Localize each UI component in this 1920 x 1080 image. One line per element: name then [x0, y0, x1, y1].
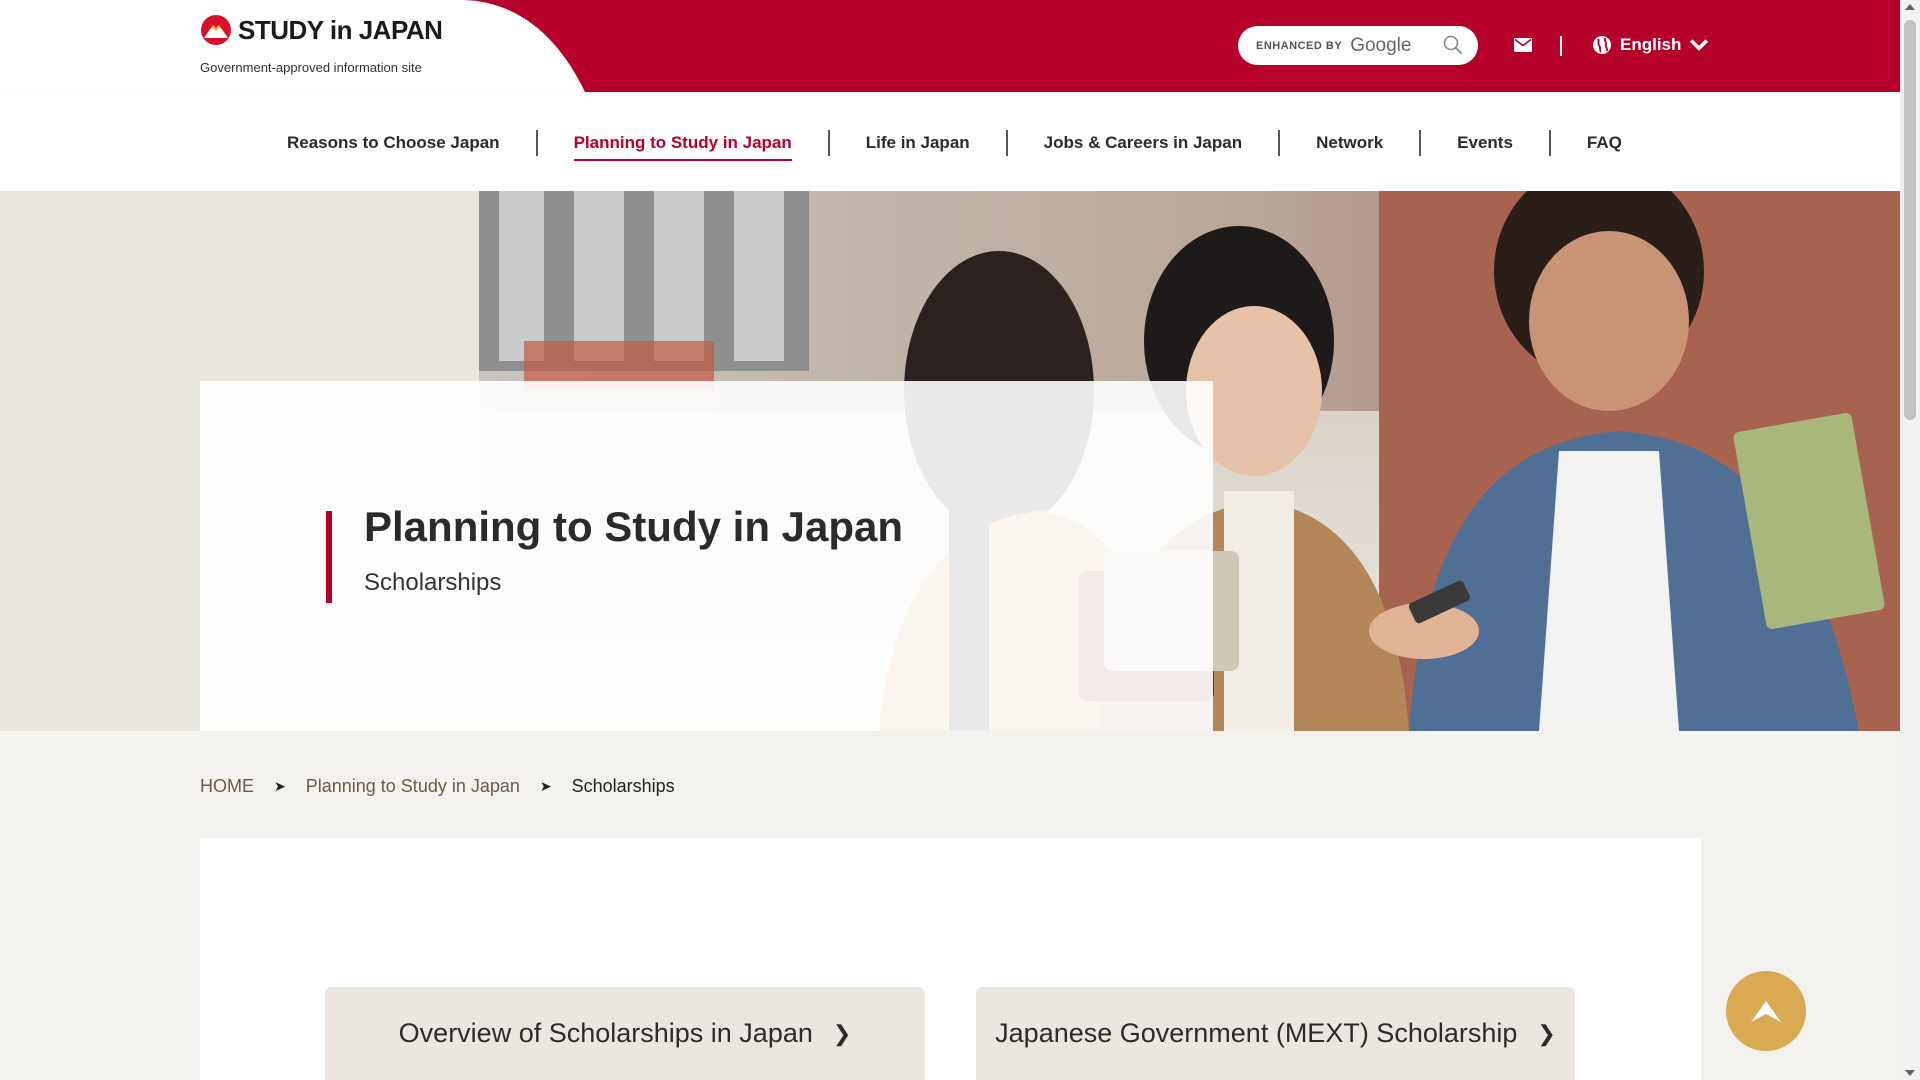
mount-fuji-logo-icon: [201, 15, 231, 45]
mail-icon[interactable]: [1514, 38, 1532, 52]
page-subtitle: Scholarships: [364, 569, 502, 596]
page-title: Planning to Study in Japan: [364, 503, 904, 550]
chevron-right-icon: ➤: [274, 778, 286, 794]
language-selector[interactable]: English: [1592, 35, 1709, 55]
globe-icon: [1593, 36, 1611, 54]
breadcrumb: HOME ➤ Planning to Study in Japan ➤ Scho…: [200, 776, 675, 797]
scroll-up-arrow-icon[interactable]: [1905, 4, 1915, 10]
hero-title-card: Planning to Study in Japan Scholarships: [200, 381, 1213, 731]
hero-banner: Planning to Study in Japan Scholarships: [0, 191, 1900, 731]
mext-scholarship-link-card[interactable]: Japanese Government (MEXT) Scholarship ❯: [976, 987, 1575, 1080]
nav-item-faq[interactable]: FAQ: [1551, 131, 1658, 155]
site-logo[interactable]: STUDY in JAPAN: [200, 14, 443, 46]
header-bar: STUDY in JAPAN Government-approved infor…: [0, 0, 1900, 92]
nav-item-planning[interactable]: Planning to Study in Japan: [538, 131, 828, 161]
overview-scholarships-link-card[interactable]: Overview of Scholarships in Japan ❯: [325, 987, 925, 1080]
nav-item-reasons[interactable]: Reasons to Choose Japan: [251, 131, 536, 155]
back-to-top-button[interactable]: [1726, 971, 1806, 1051]
card-label: Overview of Scholarships in Japan: [398, 1018, 813, 1048]
search-brand-label: Google: [1350, 34, 1412, 56]
search-icon[interactable]: [1442, 34, 1464, 56]
hero-title-block: Planning to Study in Japan Scholarships: [326, 503, 903, 603]
chevron-right-icon: ➤: [539, 778, 552, 794]
page-scrollbar[interactable]: [1900, 0, 1920, 1080]
breadcrumb-parent-link[interactable]: Planning to Study in Japan: [306, 776, 520, 797]
search-input[interactable]: ENHANCED BY Google: [1238, 26, 1478, 65]
language-label: English: [1620, 35, 1682, 54]
logo-subtitle: Government-approved information site: [200, 60, 422, 75]
search-enhanced-by-label: ENHANCED BY: [1256, 39, 1343, 52]
chevron-down-icon: [1690, 39, 1709, 51]
breadcrumb-current: Scholarships: [571, 776, 675, 796]
logo-area: STUDY in JAPAN Government-approved infor…: [0, 0, 590, 92]
content-panel: Overview of Scholarships in Japan ❯ Japa…: [200, 838, 1701, 1080]
scroll-thumb[interactable]: [1904, 20, 1916, 420]
nav-item-jobs-careers[interactable]: Jobs & Careers in Japan: [1008, 131, 1278, 155]
card-label: Japanese Government (MEXT) Scholarship: [995, 1018, 1518, 1048]
nav-item-network[interactable]: Network: [1280, 131, 1419, 155]
header-divider: [1560, 36, 1562, 56]
nav-item-life[interactable]: Life in Japan: [830, 131, 1006, 155]
breadcrumb-home-link[interactable]: HOME: [200, 776, 254, 797]
chevron-right-icon: ❯: [1537, 1020, 1556, 1046]
nav-item-events[interactable]: Events: [1421, 131, 1549, 155]
scroll-down-arrow-icon[interactable]: [1905, 1070, 1915, 1076]
logo-text: STUDY in JAPAN: [238, 14, 443, 45]
arrow-up-icon: [1751, 1001, 1781, 1022]
main-nav: Reasons to Choose Japan Planning to Stud…: [0, 92, 1900, 191]
chevron-right-icon: ❯: [832, 1020, 852, 1046]
